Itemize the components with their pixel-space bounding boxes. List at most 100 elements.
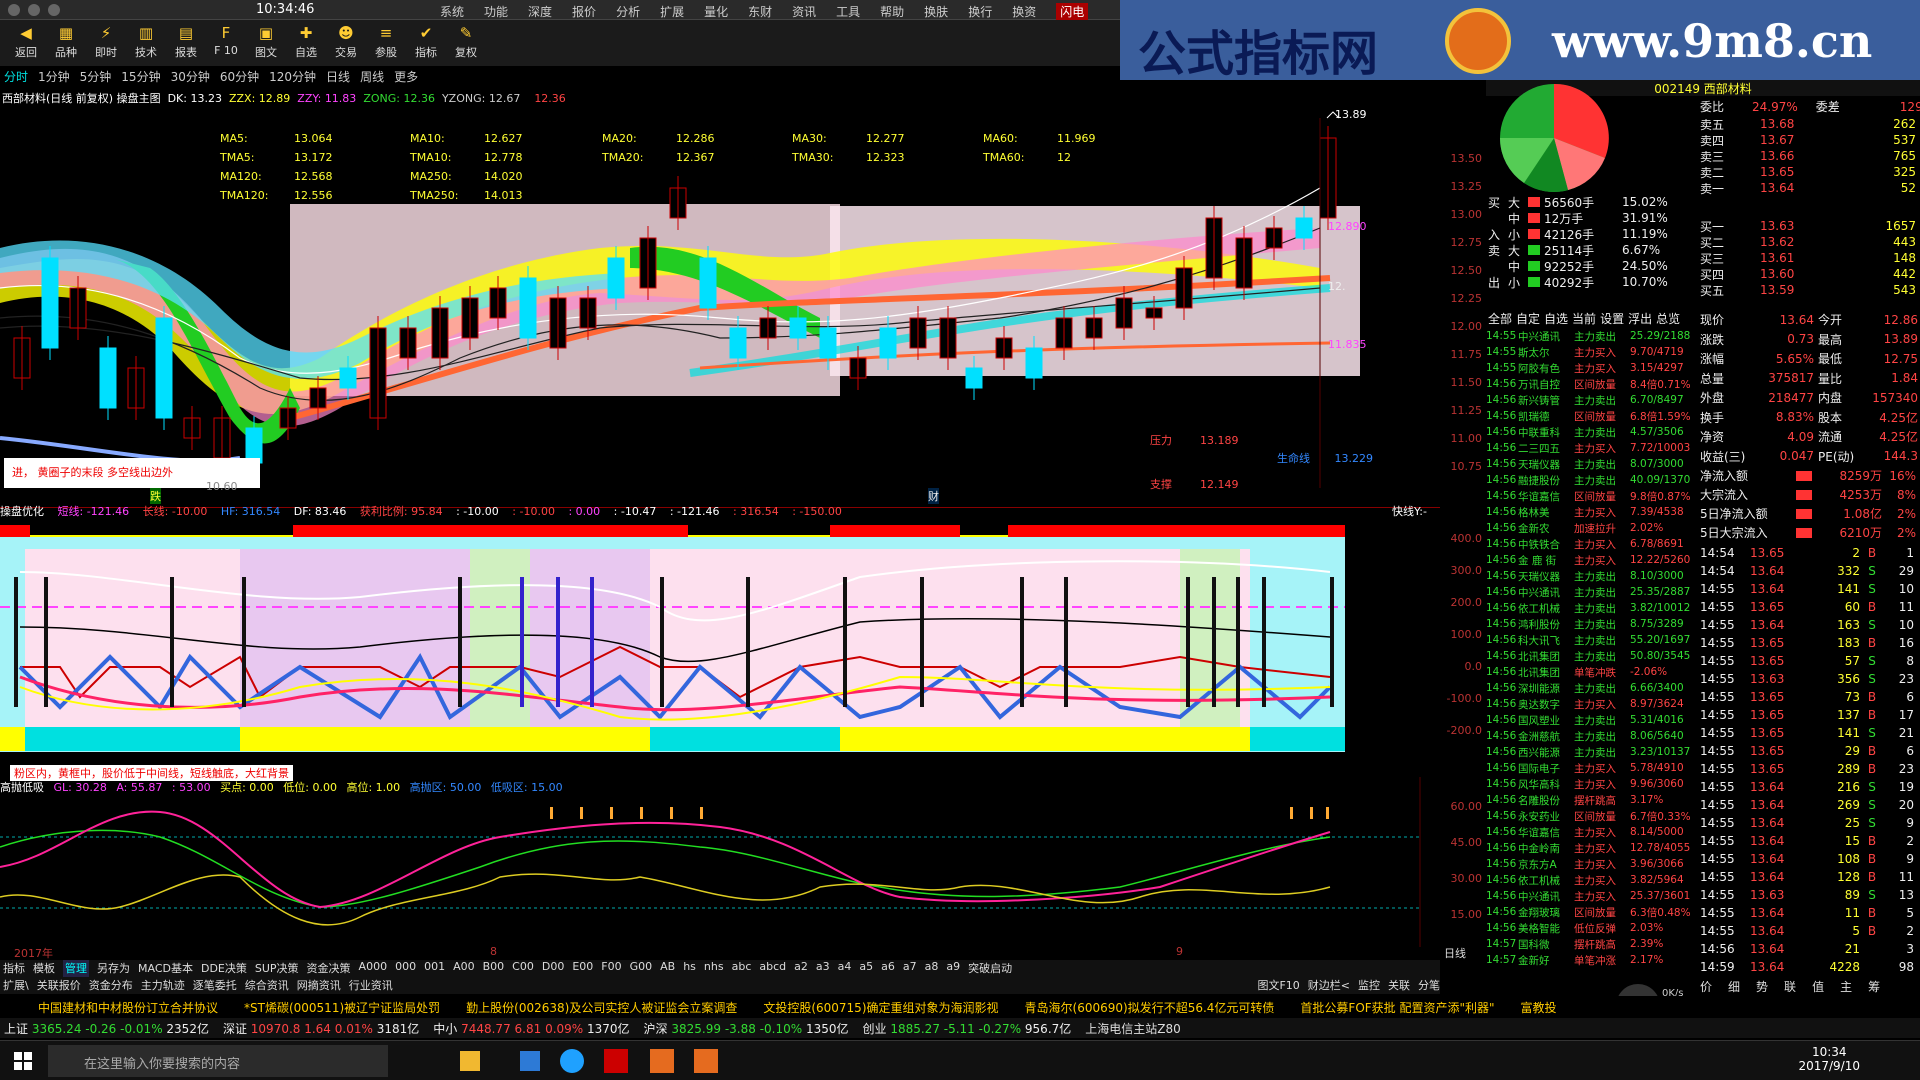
indicator-tab[interactable]: F00 [601,960,621,977]
monitor-row[interactable]: 14:56 国风塑业 主力卖出 5.31/4016 [1486,712,1698,728]
indicator-tab[interactable]: G00 [630,960,653,977]
monitor-row[interactable]: 14:56 华谊嘉信 主力买入 8.14/5000 [1486,824,1698,840]
monitor-row[interactable]: 14:56 永安药业 区间放量 6.7倍0.33% [1486,808,1698,824]
flash-button[interactable]: 闪电 [1056,3,1089,20]
indicator-tab[interactable]: abcd [759,960,786,977]
monitor-row[interactable]: 14:56 奥达数字 主力买入 8.97/3624 [1486,696,1698,712]
app2-icon[interactable] [650,1049,674,1073]
indicator-tab[interactable]: SUP决策 [255,960,299,977]
menu-item[interactable]: 换肤 [924,3,948,20]
taskbar-clock[interactable]: 10:34 2017/9/10 [1798,1045,1860,1073]
monitor-row[interactable]: 14:56 依工机械 主力卖出 3.82/10012 [1486,600,1698,616]
period-tab[interactable]: 日线 [326,68,350,86]
info-tab[interactable]: 关联报价 [37,977,81,994]
period-tab[interactable]: 5分钟 [80,68,112,86]
info-tab-right[interactable]: 分笔 [1418,977,1440,994]
index-item[interactable]: 沪深 3825.99 -3.88 -0.10% 1350亿 [644,1020,849,1037]
indicator-tab[interactable]: 001 [424,960,445,977]
news-item[interactable]: 首批公募FOF获批 配置资产添"利器" [1300,999,1494,1016]
panel-tab[interactable]: 势 [1756,978,1768,995]
indicator-tab[interactable]: abc [732,960,752,977]
toolbar-f10[interactable]: F F 10 [208,20,244,66]
news-item[interactable]: 文投控股(600715)确定重组对象为海润影视 [763,999,998,1016]
indicator-tab[interactable]: AB [660,960,675,977]
monitor-row[interactable]: 14:56 格林美 主力买入 7.39/4538 [1486,504,1698,520]
indicator-tab[interactable]: 另存为 [97,960,130,977]
news-item[interactable]: 富教投 [1521,999,1557,1016]
monitor-row[interactable]: 14:56 中兴通讯 主力买入 25.37/3601 [1486,888,1698,904]
indicator-tab[interactable]: a7 [903,960,917,977]
store-icon[interactable] [520,1051,540,1071]
toolbar-check[interactable]: ✔ 指标 [408,20,444,66]
panel-tab[interactable]: 联 [1784,978,1796,995]
monitor-row[interactable]: 14:57 金新好 单笔冲涨 2.17% [1486,952,1698,968]
indicator-tab[interactable]: hs [683,960,696,977]
news-item[interactable]: 勤上股份(002638)及公司实控人被证监会立案调查 [466,999,737,1016]
monitor-row[interactable]: 14:56 京东方A 主力买入 3.96/3066 [1486,856,1698,872]
panel-tab[interactable]: 筹 [1868,978,1880,995]
monitor-row[interactable]: 14:56 科大讯飞 主力卖出 55.20/1697 [1486,632,1698,648]
info-tab[interactable]: 行业资讯 [349,977,393,994]
indicator-tab[interactable]: nhs [704,960,724,977]
index-item[interactable]: 深证 10970.8 1.64 0.01% 3181亿 [223,1020,419,1037]
news-item[interactable]: *ST烯碳(000511)被辽宁证监局处罚 [244,999,440,1016]
folder-icon[interactable] [460,1051,480,1071]
monitor-row[interactable]: 14:56 凯瑞德 区间放量 6.8倍1.59% [1486,408,1698,424]
main-price-chart[interactable]: 西部材料(日线 前复权) 操盘主图 DK: 13.23 ZZX: 12.89 Z… [0,88,1440,508]
indicator-tab[interactable]: C00 [512,960,534,977]
indicator-tab[interactable]: a5 [859,960,873,977]
period-tab[interactable]: 60分钟 [220,68,259,86]
period-tab[interactable]: 周线 [360,68,384,86]
indicator-tab[interactable]: 模板 [33,960,55,977]
menu-item[interactable]: 东财 [748,3,772,20]
monitor-row[interactable]: 14:56 金 鹿 街 主力买入 12.22/5260 [1486,552,1698,568]
toolbar-lightning[interactable]: ⚡ 即时 [88,20,124,66]
panel-tab[interactable]: 主 [1840,978,1852,995]
indicator-tab[interactable]: a6 [881,960,895,977]
menu-item[interactable]: 系统 [440,3,464,20]
monitor-row[interactable]: 14:56 万讯自控 区间放量 8.4倍0.71% [1486,376,1698,392]
menu-item[interactable]: 帮助 [880,3,904,20]
monitor-row[interactable]: 14:55 斯太尔 主力买入 9.70/4719 [1486,344,1698,360]
min-dot[interactable] [28,4,40,16]
toolbar-arrow-left[interactable]: ◀ 返回 [8,20,44,66]
monitor-row[interactable]: 14:56 中联重科 主力卖出 4.57/3506 [1486,424,1698,440]
monitor-row[interactable]: 14:56 国际电子 主力买入 5.78/4910 [1486,760,1698,776]
period-tab[interactable]: 15分钟 [121,68,160,86]
monitor-row[interactable]: 14:56 中兴通讯 主力卖出 25.35/2887 [1486,584,1698,600]
info-tab[interactable]: 扩展\ [3,977,29,994]
monitor-row[interactable]: 14:56 华谊嘉信 区间放量 9.8倍0.87% [1486,488,1698,504]
monitor-row[interactable]: 14:56 美格智能 低位反弹 2.03% [1486,920,1698,936]
menu-item[interactable]: 功能 [484,3,508,20]
period-tab[interactable]: 更多 [394,68,418,86]
flow-tab[interactable]: 浮出 [1628,310,1652,327]
info-tab[interactable]: 主力轨迹 [141,977,185,994]
app3-icon[interactable] [694,1049,718,1073]
toolbar-pen[interactable]: ✎ 复权 [448,20,484,66]
indicator-tab[interactable]: MACD基本 [138,960,193,977]
monitor-row[interactable]: 14:56 融捷股份 主力卖出 40.09/1370 [1486,472,1698,488]
browser-icon[interactable] [560,1049,584,1073]
indicator-tab[interactable]: a2 [794,960,808,977]
monitor-row[interactable]: 14:56 二三四五 主力买入 7.72/10003 [1486,440,1698,456]
info-tab[interactable]: 网摘资讯 [297,977,341,994]
monitor-row[interactable]: 14:56 金新农 加速拉升 2.02% [1486,520,1698,536]
monitor-row[interactable]: 14:56 新兴铸管 主力卖出 6.70/8497 [1486,392,1698,408]
toolbar-chart[interactable]: ▦ 品种 [48,20,84,66]
menu-item[interactable]: 扩展 [660,3,684,20]
toolbar-picture[interactable]: ▣ 图文 [248,20,284,66]
indicator-tab[interactable]: a9 [946,960,960,977]
flow-tab[interactable]: 设置 [1600,310,1624,327]
monitor-row[interactable]: 14:56 西兴能源 主力卖出 3.23/10137 [1486,744,1698,760]
high-low-chart[interactable]: 高抛低吸 GL: 30.28 A: 55.87 : 53.00 买点: 0.00… [0,777,1466,960]
menu-item[interactable]: 工具 [836,3,860,20]
indicator-tab[interactable]: a8 [925,960,939,977]
info-tab[interactable]: 综合资讯 [245,977,289,994]
menu-item[interactable]: 换行 [968,3,992,20]
monitor-row[interactable]: 14:56 北讯集团 主力卖出 50.80/3545 [1486,648,1698,664]
info-tab[interactable]: 逐笔委托 [193,977,237,994]
monitor-row[interactable]: 14:56 天瑞仪器 主力卖出 8.07/3000 [1486,456,1698,472]
window-controls[interactable] [8,4,60,16]
monitor-row[interactable]: 14:56 北讯集团 单笔冲跌 -2.06% [1486,664,1698,680]
toolbar-star[interactable]: ✚ 自选 [288,20,324,66]
